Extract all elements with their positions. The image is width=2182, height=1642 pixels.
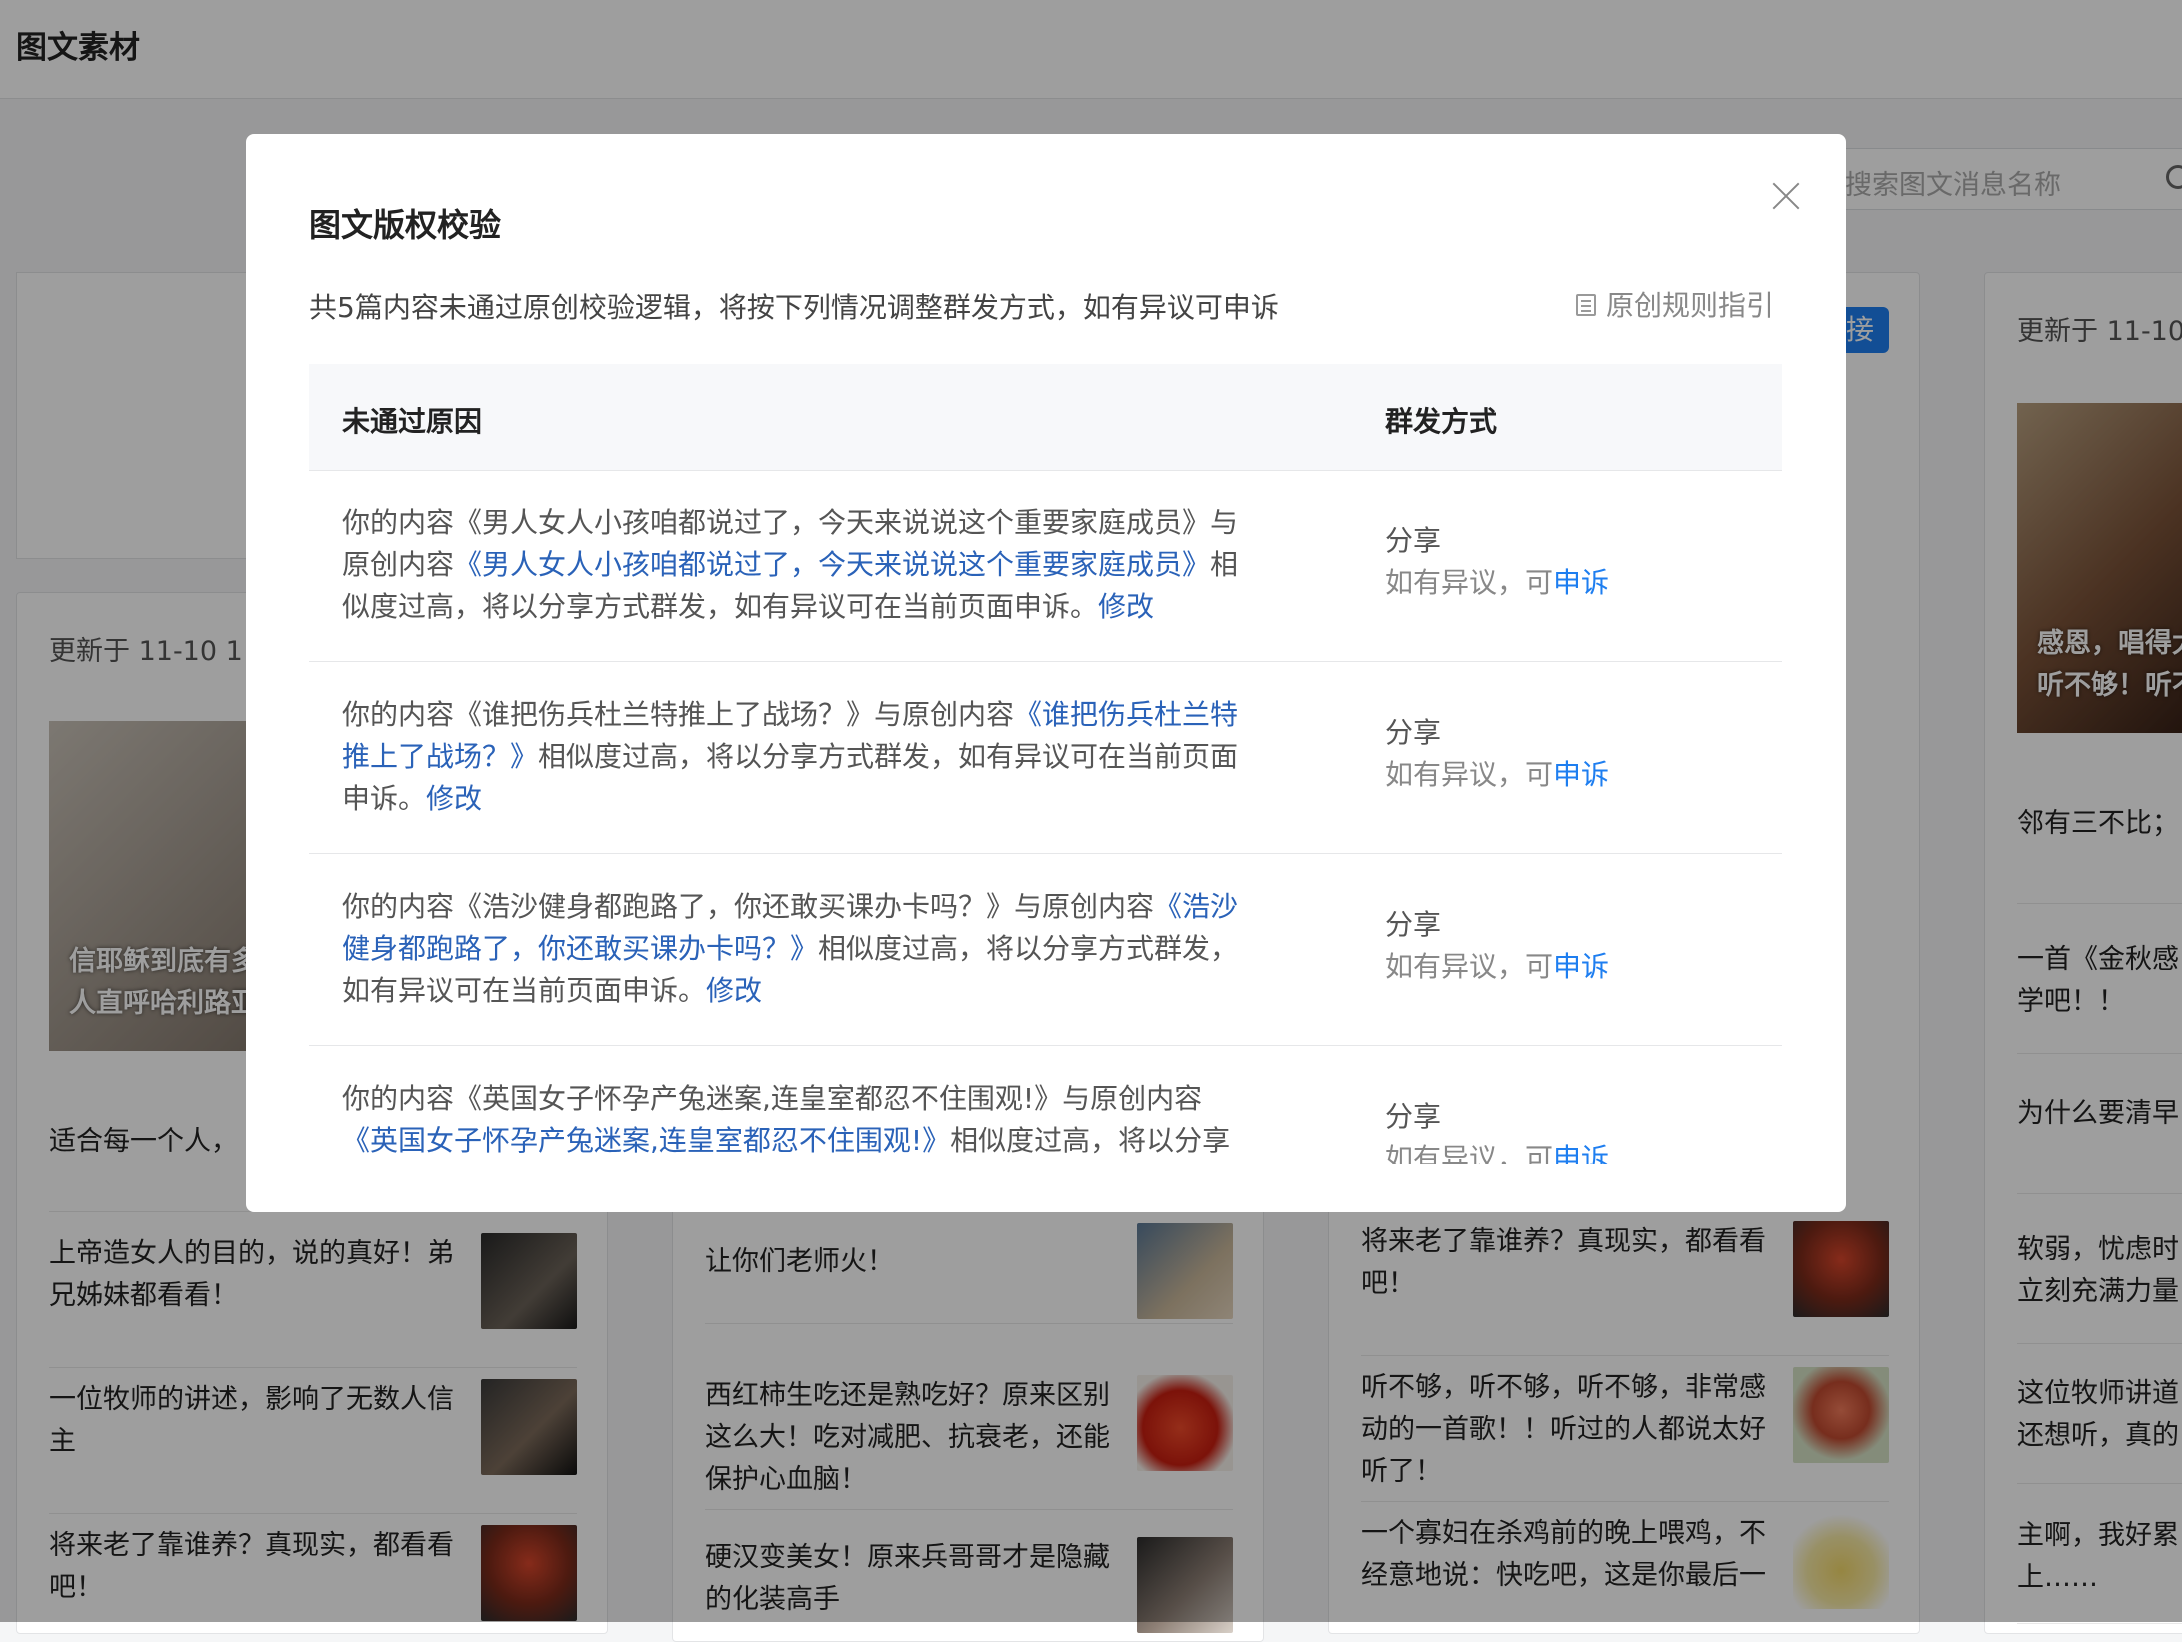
appeal-link[interactable]: 申诉 [1553, 758, 1609, 791]
table-row: 你的内容《谁把伤兵杜兰特推上了战场？》与原创内容《谁把伤兵杜兰特推上了战场？》相… [309, 662, 1782, 854]
table-row: 你的内容《浩沙健身都跑路了，你还敢买课办卡吗？》与原创内容《浩沙健身都跑路了，你… [309, 854, 1782, 1046]
send-method: 分享 如有异议，可申诉 [1385, 1096, 1609, 1164]
objection-note: 如有异议，可 [1385, 758, 1554, 791]
objection-note: 如有异议，可 [1385, 950, 1554, 983]
document-icon [1576, 294, 1596, 316]
original-article-link[interactable]: 《英国女子怀孕产兔迷案,连皇室都忍不住围观!》 [342, 1124, 950, 1157]
send-method-value: 分享 [1385, 524, 1442, 557]
column-header-method: 群发方式 [1385, 405, 1498, 438]
appeal-link[interactable]: 申诉 [1553, 566, 1609, 599]
send-method: 分享 如有异议，可申诉 [1385, 712, 1609, 796]
send-method-value: 分享 [1385, 716, 1442, 749]
reason-text: 你的内容《浩沙健身都跑路了，你还敢买课办卡吗？》与原创内容《浩沙健身都跑路了，你… [342, 886, 1242, 1012]
reason-content: 你的内容《浩沙健身都跑路了，你还敢买课办卡吗？》与原创内容 [342, 890, 1155, 923]
check-summary: 共5篇内容未通过原创校验逻辑，将按下列情况调整群发方式，如有异议可申诉 [309, 291, 1279, 324]
appeal-link[interactable]: 申诉 [1553, 1142, 1609, 1164]
edit-link[interactable]: 修改 [1098, 590, 1154, 623]
reason-text: 你的内容《英国女子怀孕产兔迷案,连皇室都忍不住围观!》与原创内容《英国女子怀孕产… [342, 1078, 1242, 1164]
original-rules-guide-link[interactable]: 原创规则指引 [1576, 284, 1774, 324]
objection-note: 如有异议，可 [1385, 566, 1554, 599]
send-method: 分享 如有异议，可申诉 [1385, 520, 1609, 604]
send-method: 分享 如有异议，可申诉 [1385, 904, 1609, 988]
copyright-check-dialog: 图文版权校验 共5篇内容未通过原创校验逻辑，将按下列情况调整群发方式，如有异议可… [246, 134, 1846, 1212]
dialog-title: 图文版权校验 [309, 206, 502, 244]
reason-text: 你的内容《谁把伤兵杜兰特推上了战场？》与原创内容《谁把伤兵杜兰特推上了战场？》相… [342, 694, 1242, 820]
original-article-link[interactable]: 《男人女人小孩咱都说过了，今天来说说这个重要家庭成员》 [454, 548, 1210, 581]
send-method-value: 分享 [1385, 1100, 1442, 1133]
send-method-value: 分享 [1385, 908, 1442, 941]
table-row: 你的内容《男人女人小孩咱都说过了，今天来说说这个重要家庭成员》与原创内容《男人女… [309, 470, 1782, 662]
reason-content: 你的内容《谁把伤兵杜兰特推上了战场？》与原创内容 [342, 698, 1015, 731]
guide-link-label: 原创规则指引 [1606, 289, 1775, 322]
appeal-link[interactable]: 申诉 [1553, 950, 1609, 983]
close-icon[interactable] [1764, 174, 1808, 218]
reason-text: 你的内容《男人女人小孩咱都说过了，今天来说说这个重要家庭成员》与原创内容《男人女… [342, 502, 1242, 628]
table-header: 未通过原因 群发方式 [309, 364, 1782, 471]
edit-link[interactable]: 修改 [706, 974, 762, 1007]
reason-content: 你的内容《英国女子怀孕产兔迷案,连皇室都忍不住围观!》与原创内容 [342, 1082, 1203, 1115]
column-header-reason: 未通过原因 [342, 405, 483, 438]
table-row: 你的内容《英国女子怀孕产兔迷案,连皇室都忍不住围观!》与原创内容《英国女子怀孕产… [309, 1046, 1782, 1164]
result-table: 未通过原因 群发方式 你的内容《男人女人小孩咱都说过了，今天来说说这个重要家庭成… [309, 364, 1782, 1164]
objection-note: 如有异议，可 [1385, 1142, 1554, 1164]
edit-link[interactable]: 修改 [426, 782, 482, 815]
